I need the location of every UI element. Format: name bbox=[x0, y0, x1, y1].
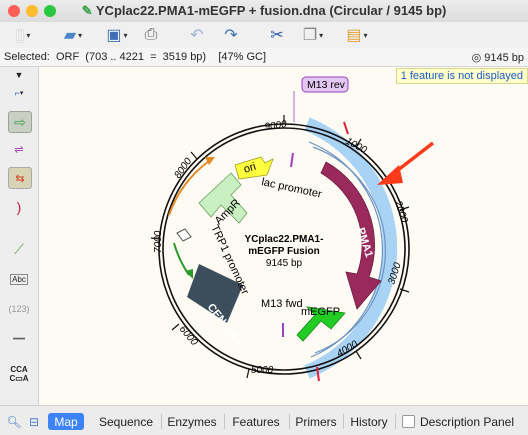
plasmid-length-label: 9145 bp bbox=[266, 258, 303, 269]
number-icon: (123) bbox=[8, 304, 30, 314]
view-tab-bar: 🔍︎ ⊟ Map Sequence Enzymes Features Prime… bbox=[0, 405, 528, 435]
undo-button[interactable]: ↶ bbox=[186, 24, 208, 46]
circular-icon: ◎ bbox=[471, 52, 482, 64]
enzyme-tool-button[interactable]: ⌐ ▾ bbox=[8, 83, 30, 103]
green-orf-arrow bbox=[173, 242, 190, 276]
tick-label-7000: 7000 bbox=[153, 230, 164, 253]
open-folder-icon: ▰ bbox=[63, 27, 77, 44]
save-button[interactable]: ▣ ▾ bbox=[100, 24, 134, 46]
save-icon: ▣ bbox=[106, 27, 122, 44]
ruler-icon: ┅┅ bbox=[12, 333, 26, 345]
tab-history[interactable]: History bbox=[345, 413, 393, 430]
plasmid-name-line2: mEGFP Fusion bbox=[248, 246, 320, 257]
tab-divider bbox=[289, 414, 290, 429]
new-document-button[interactable]: ▯ ▾ bbox=[6, 24, 40, 46]
cut-button[interactable]: ✂ bbox=[266, 24, 288, 46]
toolbar: ▯ ▾ ▰ ▾ ▣ ▾ ⎙ ↶ ↷ ✂ ❐ ▾ ▤ ▾ bbox=[0, 22, 528, 49]
tab-divider bbox=[161, 414, 162, 429]
megfp-label: mEGFP bbox=[301, 306, 340, 318]
redo-icon: ↷ bbox=[224, 27, 238, 44]
description-panel-checkbox[interactable] bbox=[401, 415, 415, 428]
search-icon: 🔍︎ bbox=[6, 414, 22, 429]
line-tool-button[interactable]: ⟋ bbox=[8, 239, 30, 259]
paste-button[interactable]: ▤ ▾ bbox=[340, 24, 374, 46]
tab-divider bbox=[395, 414, 396, 429]
m13rev-label: M13 rev bbox=[307, 79, 346, 91]
open-button[interactable]: ▰ ▾ bbox=[56, 24, 90, 46]
undo-icon: ↶ bbox=[190, 27, 204, 44]
copy-button[interactable]: ❐ ▾ bbox=[296, 24, 330, 46]
title-bar: ✎ YCplac22.PMA1-mEGFP + fusion.dna (Circ… bbox=[0, 0, 528, 23]
cut-icon: ✂ bbox=[270, 27, 284, 44]
text-label-button[interactable]: Abc bbox=[8, 269, 30, 289]
selection-start-mark bbox=[343, 121, 349, 135]
primer-arrows-icon: ⇌ bbox=[14, 143, 24, 156]
m13fwd-label: M13 fwd bbox=[261, 298, 303, 310]
redo-button[interactable]: ↷ bbox=[220, 24, 242, 46]
number-label-button[interactable]: (123) bbox=[8, 299, 30, 319]
dna-file-icon: ✎ bbox=[81, 3, 93, 18]
tab-features[interactable]: Features bbox=[226, 413, 286, 430]
description-panel-toggle[interactable]: Description Panel bbox=[400, 413, 516, 430]
tab-primers[interactable]: Primers bbox=[291, 413, 341, 430]
collapse-tools-icon[interactable]: ▼ bbox=[8, 69, 30, 81]
lac-promoter-label: lac promoter bbox=[260, 176, 323, 201]
feature-arrow-button[interactable]: ⇨ bbox=[8, 111, 32, 133]
tab-map[interactable]: Map bbox=[48, 413, 84, 430]
tab-divider bbox=[343, 414, 344, 429]
feature-arrow-icon: ⇨ bbox=[14, 113, 26, 130]
line-icon: ⟋ bbox=[14, 240, 24, 257]
plasmid-name-line1: YCplac22.PMA1- bbox=[245, 234, 324, 245]
sequence-length: ◎ 9145 bp bbox=[471, 52, 524, 64]
annotation-arrow-head bbox=[377, 165, 403, 185]
split-view-icon: ⊟ bbox=[28, 414, 40, 429]
selection-status-bar: Selected: ORF (703 .. 4221 = 3519 bp) [4… bbox=[0, 48, 528, 67]
copy-icon: ❐ bbox=[302, 27, 318, 44]
orf-arrows-icon: ⇆ bbox=[15, 172, 25, 185]
selection-info: Selected: ORF (703 .. 4221 = 3519 bp) [4… bbox=[4, 51, 267, 63]
map-tools-sidebar: ▼ ⌐ ▾ ⇨ ⇌ ⇆ ) ⟋ Abc (123) ┅┅ CCA C▭A bbox=[0, 67, 39, 405]
tick-label-6000: 6000 bbox=[177, 324, 200, 348]
print-button[interactable]: ⎙ bbox=[140, 24, 162, 46]
hidden-feature-notice[interactable]: 1 feature is not displayed bbox=[395, 68, 528, 84]
window-title: ✎ YCplac22.PMA1-mEGFP + fusion.dna (Circ… bbox=[81, 3, 447, 18]
split-view-button[interactable]: ⊟ bbox=[26, 413, 42, 430]
arc-style-button[interactable]: ) bbox=[8, 197, 30, 217]
ruler-tool-button[interactable]: ┅┅ bbox=[8, 329, 30, 349]
codon-icon: CCA C▭A bbox=[9, 365, 29, 383]
orf-tool-button[interactable]: ⇆ bbox=[8, 167, 32, 189]
plasmid-map-svg: 9000 1000 2000 3000 4000 5000 6000 7000 … bbox=[150, 76, 435, 382]
tab-enzymes[interactable]: Enzymes bbox=[163, 413, 221, 430]
abc-icon: Abc bbox=[10, 273, 28, 285]
trp1-promoter-feature[interactable] bbox=[176, 228, 192, 242]
tick-label-5000: 5000 bbox=[251, 365, 274, 376]
codon-tool-button[interactable]: CCA C▭A bbox=[8, 361, 30, 387]
plasmid-map-canvas[interactable]: 9000 1000 2000 3000 4000 5000 6000 7000 … bbox=[39, 67, 528, 405]
primer-tool-button[interactable]: ⇌ bbox=[8, 139, 30, 159]
arc-icon: ) bbox=[16, 199, 22, 215]
tab-divider bbox=[224, 414, 225, 429]
search-button[interactable]: 🔍︎ bbox=[6, 413, 22, 430]
print-icon: ⎙ bbox=[144, 26, 158, 43]
tick-label-9000: 9000 bbox=[264, 119, 288, 133]
lac-promoter-mark bbox=[290, 152, 294, 168]
new-document-icon: ▯ bbox=[15, 27, 25, 44]
paste-icon: ▤ bbox=[346, 27, 362, 44]
tab-sequence[interactable]: Sequence bbox=[93, 413, 159, 430]
